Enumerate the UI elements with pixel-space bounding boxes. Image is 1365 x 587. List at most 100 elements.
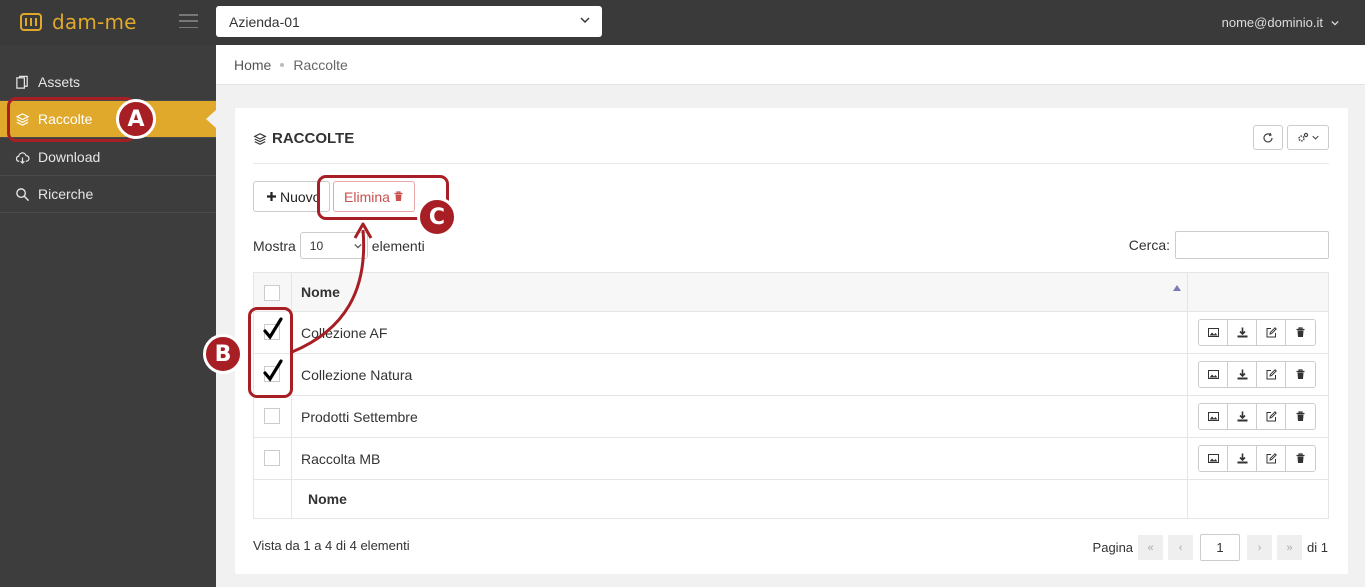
trash-icon xyxy=(1296,411,1305,421)
next-page-button[interactable]: › xyxy=(1247,535,1273,560)
first-page-button[interactable]: « xyxy=(1138,535,1164,560)
settings-dropdown-button[interactable] xyxy=(1287,125,1329,150)
breadcrumb-current: Raccolte xyxy=(293,56,348,73)
assets-icon xyxy=(16,75,28,89)
table-info: Vista da 1 a 4 di 4 elementi xyxy=(253,538,410,553)
title-divider xyxy=(253,163,1329,164)
search-control: Cerca: xyxy=(1129,231,1329,259)
hamburger-menu-icon[interactable] xyxy=(179,14,198,28)
select-all-checkbox[interactable] xyxy=(264,285,280,301)
chevron-down-icon xyxy=(1312,135,1319,140)
search-input[interactable] xyxy=(1175,231,1329,259)
sidebar-item-download[interactable]: Download xyxy=(0,139,216,176)
row-actions xyxy=(1188,396,1328,437)
delete-row-button[interactable] xyxy=(1286,404,1315,429)
annotation-box-b xyxy=(248,307,293,398)
row-checkbox[interactable] xyxy=(264,450,280,466)
search-icon xyxy=(16,187,30,201)
page-title: RACCOLTE xyxy=(253,130,354,147)
cloud-download-icon xyxy=(15,151,30,164)
last-page-button[interactable]: » xyxy=(1277,535,1303,560)
preview-button[interactable] xyxy=(1199,404,1228,429)
edit-icon xyxy=(1266,327,1277,338)
column-header-actions xyxy=(1188,273,1328,311)
user-menu[interactable]: nome@dominio.it xyxy=(1222,15,1339,30)
edit-button[interactable] xyxy=(1257,362,1286,387)
preview-button[interactable] xyxy=(1199,362,1228,387)
gears-icon xyxy=(1298,132,1309,142)
column-footer-actions xyxy=(1188,480,1328,518)
breadcrumb-separator xyxy=(280,62,285,67)
download-button[interactable] xyxy=(1228,320,1257,345)
row-name: Raccolta MB xyxy=(301,450,381,467)
trash-icon xyxy=(1296,369,1305,379)
edit-button[interactable] xyxy=(1257,404,1286,429)
breadcrumb-home[interactable]: Home xyxy=(234,57,271,73)
page-title-text: RACCOLTE xyxy=(272,130,355,147)
row-name: Collezione Natura xyxy=(301,366,413,383)
annotation-badge-a: A xyxy=(116,99,156,139)
annotation-badge-c: C xyxy=(417,197,457,237)
edit-icon xyxy=(1266,411,1277,422)
edit-button[interactable] xyxy=(1257,320,1286,345)
company-select-value: Azienda-01 xyxy=(229,13,300,30)
row-name-cell: Raccolta MB xyxy=(292,438,1188,479)
download-button[interactable] xyxy=(1228,404,1257,429)
company-select[interactable]: Azienda-01 xyxy=(216,6,602,37)
row-actions xyxy=(1188,312,1328,353)
download-button[interactable] xyxy=(1228,362,1257,387)
collections-table: Nome Collezione AF Collezione Natura Pro… xyxy=(253,272,1329,519)
row-action-group xyxy=(1198,361,1316,388)
logo-icon xyxy=(20,13,42,31)
table-row[interactable]: Prodotti Settembre xyxy=(254,396,1328,438)
prev-page-button[interactable]: ‹ xyxy=(1168,535,1194,560)
trash-icon xyxy=(1296,453,1305,463)
row-name-cell: Collezione AF xyxy=(292,312,1188,353)
delete-row-button[interactable] xyxy=(1286,362,1315,387)
page-number-input[interactable]: 1 xyxy=(1200,534,1241,561)
row-action-group xyxy=(1198,445,1316,472)
table-footer-row: Nome xyxy=(254,480,1328,518)
edit-button[interactable] xyxy=(1257,446,1286,471)
image-icon xyxy=(1207,370,1219,379)
preview-button[interactable] xyxy=(1199,446,1228,471)
download-icon xyxy=(1237,327,1247,338)
sidebar-item-assets[interactable]: Assets xyxy=(0,64,216,101)
edit-icon xyxy=(1266,453,1277,464)
logo[interactable]: dam-me xyxy=(20,10,137,34)
page-size-select[interactable]: 10 xyxy=(299,232,368,259)
row-name: Collezione AF xyxy=(301,324,388,341)
page-size-control: Mostra 10 elementi xyxy=(253,232,425,259)
row-action-group xyxy=(1198,319,1316,346)
column-header-name-text: Nome xyxy=(301,284,340,300)
delete-row-button[interactable] xyxy=(1286,446,1315,471)
sidebar-item-ricerche[interactable]: Ricerche xyxy=(0,176,216,213)
column-footer-name: Nome xyxy=(292,480,1188,518)
table-row[interactable]: Collezione AF xyxy=(254,312,1328,354)
image-icon xyxy=(1207,454,1219,463)
plus-icon xyxy=(267,192,276,201)
download-icon xyxy=(1237,411,1247,422)
refresh-button[interactable] xyxy=(1253,125,1283,150)
sidebar-item-label: Ricerche xyxy=(38,186,94,202)
breadcrumb: Home Raccolte xyxy=(216,45,1365,85)
image-icon xyxy=(1207,412,1219,421)
chevron-down-icon xyxy=(354,243,362,249)
download-button[interactable] xyxy=(1228,446,1257,471)
row-name-cell: Prodotti Settembre xyxy=(292,396,1188,437)
download-icon xyxy=(1237,453,1247,464)
delete-row-button[interactable] xyxy=(1286,320,1315,345)
row-name: Prodotti Settembre xyxy=(301,408,418,425)
row-checkbox[interactable] xyxy=(264,408,280,424)
page-size-value: 10 xyxy=(309,238,324,253)
table-row[interactable]: Collezione Natura xyxy=(254,354,1328,396)
annotation-badge-b: B xyxy=(203,334,243,374)
sidebar-item-label: Assets xyxy=(38,74,81,90)
top-bar: dam-me Azienda-01 nome@dominio.it xyxy=(0,0,1365,45)
preview-button[interactable] xyxy=(1199,320,1228,345)
table-row[interactable]: Raccolta MB xyxy=(254,438,1328,480)
search-label: Cerca: xyxy=(1128,237,1170,253)
row-actions xyxy=(1188,354,1328,395)
edit-icon xyxy=(1266,369,1277,380)
column-header-name[interactable]: Nome xyxy=(292,273,1188,311)
